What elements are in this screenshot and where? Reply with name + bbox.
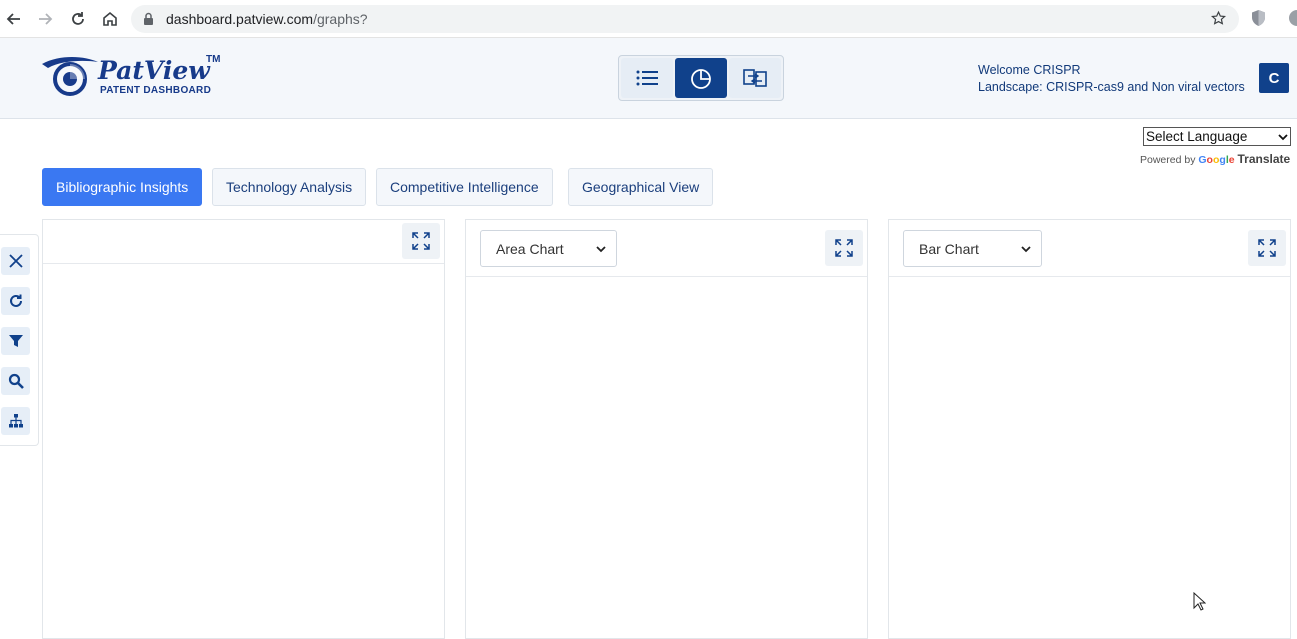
forward-button[interactable] xyxy=(33,7,57,31)
chart-view-button[interactable] xyxy=(675,58,727,98)
google-logo-text[interactable]: Google xyxy=(1198,154,1237,166)
forward-arrow-icon xyxy=(39,13,53,25)
chart-panel-2: Area Chart xyxy=(465,219,868,639)
expand-button-panel-1[interactable] xyxy=(402,223,440,259)
app-header: PatView TM PATENT DASHBOARD Welcome CRIS… xyxy=(0,38,1297,119)
patview-logo[interactable]: PatView TM PATENT DASHBOARD xyxy=(40,54,220,100)
list-view-button[interactable] xyxy=(621,58,673,98)
logo-subtitle: PATENT DASHBOARD xyxy=(100,85,212,96)
chart-panel-1 xyxy=(42,219,445,639)
language-select-value: Select Language xyxy=(1146,129,1248,144)
reload-icon xyxy=(72,12,84,25)
user-avatar[interactable]: C xyxy=(1259,63,1289,93)
filter-icon xyxy=(8,335,23,347)
chart-type-select-panel-2[interactable]: Area Chart xyxy=(480,230,617,267)
expand-icon xyxy=(835,239,853,257)
chart-panel-1-header xyxy=(43,220,444,264)
extension-shield-icon[interactable] xyxy=(1251,9,1266,27)
refresh-icon xyxy=(9,294,22,307)
url-text: dashboard.patview.com/graphs? xyxy=(166,11,368,27)
browser-toolbar: dashboard.patview.com/graphs? xyxy=(0,0,1297,38)
expand-button-panel-2[interactable] xyxy=(825,230,863,266)
home-button[interactable] xyxy=(98,7,122,31)
translate-text: Translate xyxy=(1237,152,1291,166)
expand-icon xyxy=(1258,239,1276,257)
address-bar[interactable]: dashboard.patview.com/graphs? xyxy=(131,5,1239,33)
expand-icon xyxy=(412,232,430,250)
hierarchy-tool-button[interactable] xyxy=(1,407,30,435)
chart-type-value: Area Chart xyxy=(496,240,564,257)
chart-type-select-panel-3[interactable]: Bar Chart xyxy=(903,230,1042,267)
chevron-down-icon xyxy=(1021,245,1031,252)
lock-icon xyxy=(144,12,153,25)
side-toolbar xyxy=(0,234,39,446)
expand-button-panel-3[interactable] xyxy=(1248,230,1286,266)
tab-geographical-view[interactable]: Geographical View xyxy=(568,168,714,206)
compare-view-button[interactable] xyxy=(729,58,781,98)
chart-panel-3: Bar Chart xyxy=(888,219,1291,639)
chevron-down-icon xyxy=(596,245,606,252)
logo-name: PatView xyxy=(98,56,210,85)
bookmark-star-icon[interactable] xyxy=(1210,10,1227,27)
mouse-cursor-icon xyxy=(1193,592,1206,611)
landscape-text: Landscape: CRISPR-cas9 and Non viral vec… xyxy=(978,80,1245,94)
welcome-info: Welcome CRISPR Landscape: CRISPR-cas9 an… xyxy=(978,62,1245,96)
search-icon xyxy=(8,373,24,389)
powered-by-text: Powered by xyxy=(1140,154,1196,166)
chart-type-value: Bar Chart xyxy=(919,240,979,257)
close-tool-button[interactable] xyxy=(1,247,30,275)
pie-chart-icon xyxy=(691,69,711,89)
refresh-tool-button[interactable] xyxy=(1,287,30,315)
view-switcher xyxy=(618,55,784,101)
logo-eye-icon xyxy=(42,57,98,96)
tab-competitive-intelligence[interactable]: Competitive Intelligence xyxy=(376,168,553,206)
compare-icon xyxy=(743,69,767,87)
back-button[interactable] xyxy=(2,7,26,31)
chevron-down-icon xyxy=(1278,133,1288,140)
list-icon xyxy=(636,70,658,86)
welcome-text: Welcome CRISPR xyxy=(978,63,1081,77)
reload-button[interactable] xyxy=(66,7,90,31)
extension-globe-icon[interactable] xyxy=(1288,9,1297,27)
tab-bibliographic-insights[interactable]: Bibliographic Insights xyxy=(42,168,203,206)
home-icon xyxy=(103,11,117,26)
logo-trademark: TM xyxy=(206,54,221,65)
google-translate-attribution: Powered by Google Translate xyxy=(1140,152,1290,166)
search-tool-button[interactable] xyxy=(1,367,30,395)
language-select[interactable]: Select Language xyxy=(1143,127,1291,146)
filter-tool-button[interactable] xyxy=(1,327,30,355)
hierarchy-icon xyxy=(8,414,23,428)
close-icon xyxy=(8,254,23,268)
tab-technology-analysis[interactable]: Technology Analysis xyxy=(212,168,367,206)
back-arrow-icon xyxy=(6,13,20,25)
